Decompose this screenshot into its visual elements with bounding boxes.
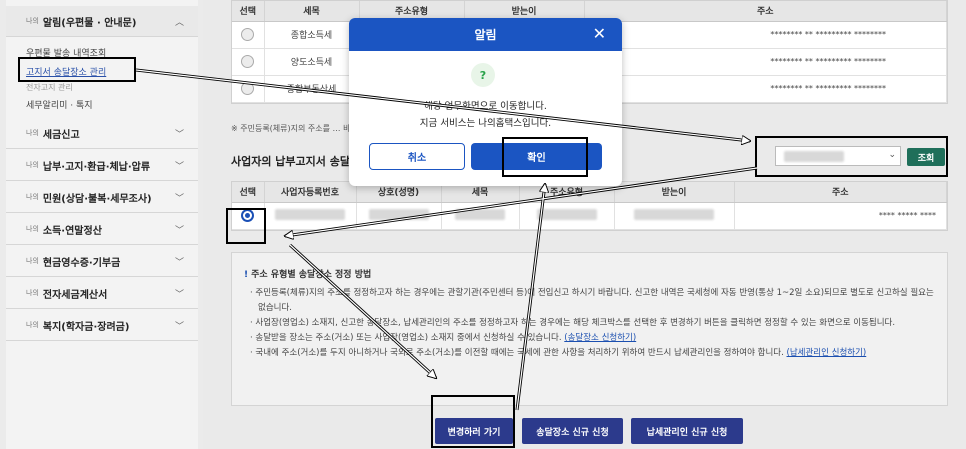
annotation-arrows [135, 68, 758, 411]
